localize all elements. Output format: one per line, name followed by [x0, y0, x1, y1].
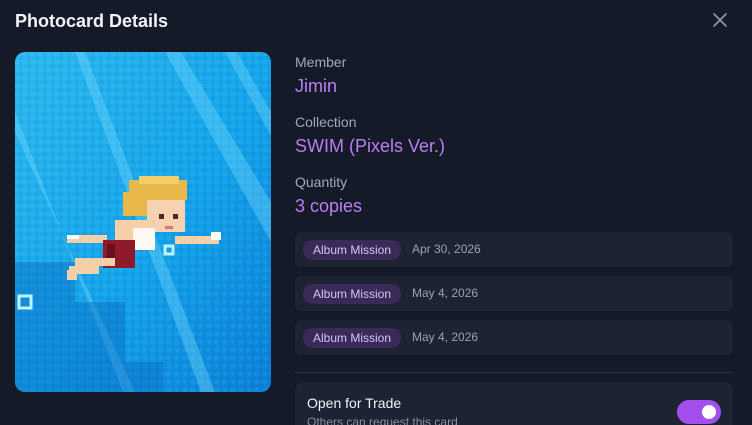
acquired-date: May 4, 2026	[412, 330, 479, 344]
trade-subtitle: Others can request this card	[307, 415, 458, 425]
source-badge: Album Mission	[303, 240, 402, 260]
member-label: Member	[295, 54, 347, 70]
section-divider	[295, 372, 733, 373]
close-button[interactable]	[709, 9, 731, 31]
collection-value: SWIM (Pixels Ver.)	[295, 136, 446, 156]
close-icon	[713, 13, 727, 27]
acquisition-row: Album Mission May 4, 2026	[295, 320, 733, 355]
quantity-label: Quantity	[295, 174, 348, 190]
photocard-image	[15, 52, 271, 392]
acquisition-row: Album Mission Apr 30, 2026	[295, 232, 733, 267]
toggle-knob	[702, 405, 716, 419]
trade-title: Open for Trade	[307, 395, 402, 411]
collection-label: Collection	[295, 114, 357, 130]
acquired-date: May 4, 2026	[412, 286, 479, 300]
source-badge: Album Mission	[303, 328, 402, 348]
trade-setting: Open for Trade Others can request this c…	[295, 382, 733, 425]
open-for-trade-toggle[interactable]	[677, 400, 721, 424]
photocard-details-dialog: Photocard Details Member Jimin Collectio…	[0, 0, 752, 425]
dialog-title: Photocard Details	[15, 11, 169, 31]
acquired-date: Apr 30, 2026	[412, 242, 481, 256]
source-badge: Album Mission	[303, 284, 402, 304]
acquisition-row: Album Mission May 4, 2026	[295, 276, 733, 311]
quantity-value: 3 copies	[295, 196, 363, 216]
member-value: Jimin	[295, 76, 338, 96]
